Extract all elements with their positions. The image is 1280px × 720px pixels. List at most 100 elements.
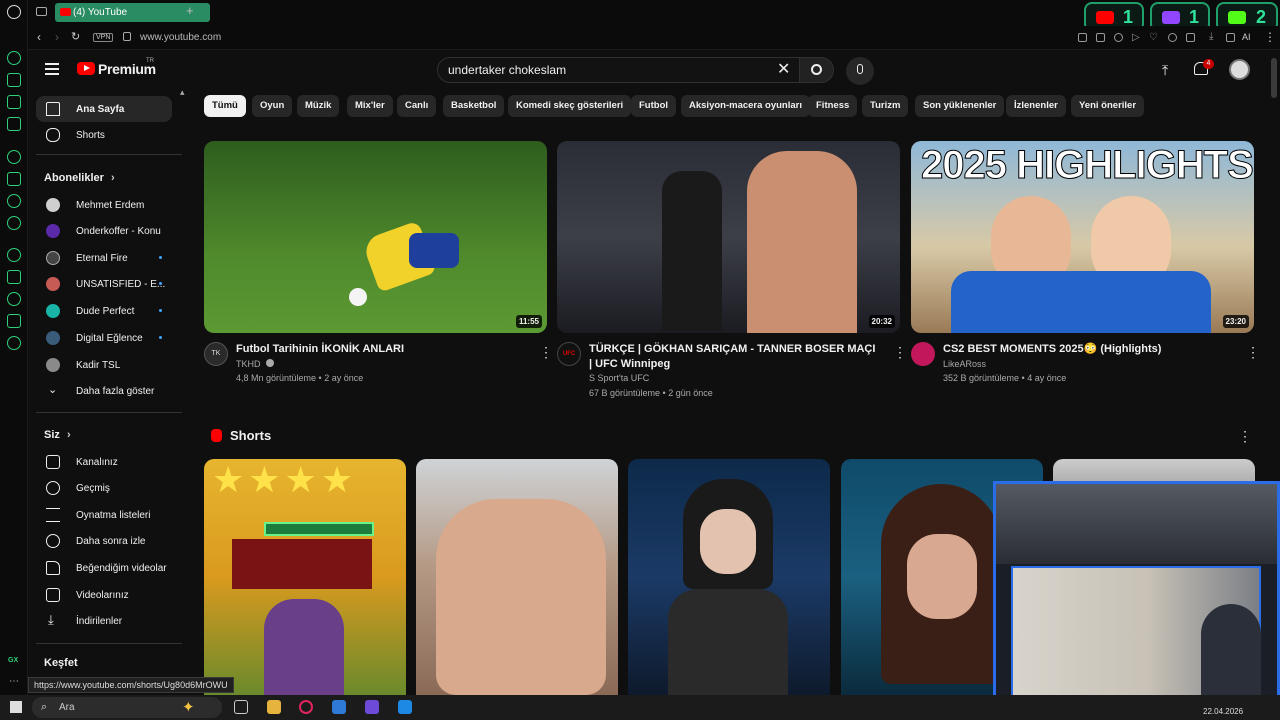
- clear-search-icon[interactable]: ✕: [777, 59, 790, 79]
- sidebar-item-playlists[interactable]: Oynatma listeleri: [36, 502, 172, 528]
- shorts-menu-icon[interactable]: ⋮: [1238, 428, 1252, 445]
- taskbar-search[interactable]: ⌕ Ara ✦: [32, 697, 222, 718]
- forward-icon[interactable]: ›: [55, 30, 59, 44]
- sidebar-item-home[interactable]: Ana Sayfa: [36, 96, 172, 122]
- you-heading[interactable]: Siz ›: [44, 429, 71, 441]
- tab-overview-icon[interactable]: [36, 7, 47, 16]
- wallet-bar-icon[interactable]: [1186, 33, 1195, 42]
- more-icon[interactable]: ⋯: [9, 676, 19, 687]
- chip-recently-uploaded[interactable]: Son yüklenenler: [915, 95, 1005, 117]
- sidebar-item-subscription[interactable]: Onderkoffer - Konu: [36, 218, 172, 244]
- file-explorer-icon[interactable]: [267, 700, 281, 714]
- extensions-icon[interactable]: [7, 314, 21, 328]
- heart-icon[interactable]: ♡: [1149, 32, 1158, 43]
- channel-name[interactable]: TKHD: [236, 359, 261, 369]
- voice-search-button[interactable]: [846, 57, 874, 85]
- chip-mixes[interactable]: Mix'ler: [347, 95, 393, 117]
- player-icon[interactable]: [7, 248, 21, 262]
- easy-setup-icon[interactable]: [1226, 33, 1235, 42]
- wallet-icon[interactable]: [7, 270, 21, 284]
- short-thumbnail[interactable]: ★★★★: [204, 459, 406, 695]
- mail-icon[interactable]: [7, 117, 21, 131]
- video-title[interactable]: TÜRKÇE | GÖKHAN SARIÇAM - TANNER BOSER M…: [589, 342, 879, 372]
- task-view-icon[interactable]: [234, 700, 248, 714]
- pin-icon[interactable]: [1078, 33, 1087, 42]
- chip-basketball[interactable]: Basketbol: [443, 95, 505, 117]
- sidebar-item-subscription[interactable]: Mehmet Erdem: [36, 192, 172, 218]
- search-button[interactable]: [800, 57, 834, 83]
- lock-icon[interactable]: [123, 32, 131, 41]
- subscriptions-heading[interactable]: Abonelikler ›: [44, 172, 115, 184]
- video-thumbnail[interactable]: 2025 HIGHLIGHTS 23:20: [911, 141, 1254, 333]
- sidebar-item-subscription[interactable]: UNSATISFIED - E...: [36, 271, 172, 297]
- url-field[interactable]: www.youtube.com: [140, 32, 221, 43]
- m365-icon[interactable]: [365, 700, 379, 714]
- extension-icon[interactable]: [1168, 33, 1177, 42]
- player-play-icon[interactable]: ▷: [1132, 32, 1140, 43]
- hamburger-icon[interactable]: [45, 63, 59, 75]
- sidebar-item-shorts[interactable]: Shorts: [36, 122, 172, 148]
- upload-icon[interactable]: ⤒: [1162, 62, 1168, 79]
- short-thumbnail[interactable]: [416, 459, 618, 695]
- reload-icon[interactable]: ↻: [71, 30, 80, 43]
- sidebar-item-watch-later[interactable]: Daha sonra izle: [36, 528, 172, 554]
- video-title[interactable]: Futbol Tarihinin İKONİK ANLARI: [236, 342, 526, 357]
- video-menu-icon[interactable]: ⋮: [893, 344, 907, 361]
- sidebar-item-channel[interactable]: Kanalınız: [36, 449, 172, 475]
- sidebar-item-history[interactable]: Geçmiş: [36, 475, 172, 501]
- whatsapp-icon[interactable]: [7, 194, 21, 208]
- chip-music[interactable]: Müzik: [297, 95, 340, 117]
- video-menu-icon[interactable]: ⋮: [539, 344, 553, 361]
- account-avatar[interactable]: [1229, 59, 1250, 80]
- sidebar-item-downloads[interactable]: ⤓ İndirilenler: [36, 608, 172, 634]
- chip-all[interactable]: Tümü: [204, 95, 246, 117]
- sidebar-item-your-videos[interactable]: Videolarınız: [36, 582, 172, 608]
- new-tab-icon[interactable]: +: [186, 3, 194, 18]
- chip-watched[interactable]: İzlenenler: [1006, 95, 1066, 117]
- vpn-badge[interactable]: VPN: [93, 33, 114, 42]
- short-thumbnail[interactable]: [628, 459, 830, 695]
- twitch-icon[interactable]: [7, 172, 21, 186]
- video-menu-icon[interactable]: ⋮: [1246, 344, 1260, 361]
- channel-name[interactable]: S Sport'ta UFC: [589, 371, 649, 386]
- channel-name[interactable]: LikeARoss: [943, 357, 986, 372]
- gx-corner-icon[interactable]: [7, 95, 21, 109]
- download-bar-icon[interactable]: ⤓: [1209, 31, 1213, 42]
- page-scrollbar[interactable]: [1271, 58, 1277, 98]
- video-thumbnail[interactable]: 20:32: [557, 141, 900, 333]
- show-more-button[interactable]: ⌄ Daha fazla göster: [36, 378, 172, 404]
- channel-avatar[interactable]: UFC: [557, 342, 581, 366]
- sidebar-item-subscription[interactable]: Dude Perfect: [36, 298, 172, 324]
- chip-new-to-you[interactable]: Yeni öneriler: [1071, 95, 1145, 117]
- chip-comedy[interactable]: Komedi skeç gösterileri: [508, 95, 632, 117]
- sidebar-item-liked[interactable]: Beğendiğim videolar: [36, 555, 172, 581]
- sidebar-item-subscription[interactable]: Digital Eğlence: [36, 325, 172, 351]
- adblock-icon[interactable]: [1114, 33, 1123, 42]
- browser-menu-icon[interactable]: ⋮: [1264, 30, 1276, 44]
- history-rail-icon[interactable]: [7, 292, 21, 306]
- speed-dial-icon[interactable]: [7, 51, 21, 65]
- ai-button[interactable]: AI: [1242, 32, 1251, 42]
- search-input[interactable]: undertaker chokeslam: [437, 57, 800, 83]
- chip-football[interactable]: Futbol: [631, 95, 677, 117]
- channel-avatar[interactable]: [911, 342, 935, 366]
- settings-icon[interactable]: [7, 336, 21, 350]
- chip-tourism[interactable]: Turizm: [862, 95, 909, 117]
- chip-fitness[interactable]: Fitness: [808, 95, 858, 117]
- telegram-icon[interactable]: [7, 216, 21, 230]
- sidebar-item-subscription[interactable]: Kadir TSL: [36, 352, 172, 378]
- chip-live[interactable]: Canlı: [397, 95, 437, 117]
- chip-games[interactable]: Oyun: [252, 95, 293, 117]
- back-icon[interactable]: ‹: [37, 30, 41, 44]
- store-icon[interactable]: [332, 700, 346, 714]
- snapshot-icon[interactable]: [1096, 33, 1105, 42]
- ai-icon[interactable]: [7, 73, 21, 87]
- windows-start-icon[interactable]: [10, 701, 22, 713]
- opera-logo-icon[interactable]: [7, 5, 21, 19]
- sidebar-scroll-up-icon[interactable]: ▴: [180, 87, 185, 98]
- youtube-logo-icon[interactable]: [77, 62, 95, 75]
- video-title[interactable]: CS2 BEST MOMENTS 2025😳 (Highlights): [943, 342, 1233, 357]
- video-thumbnail[interactable]: 11:55: [204, 141, 547, 333]
- outlook-icon[interactable]: [398, 700, 412, 714]
- sidebar-item-subscription[interactable]: Eternal Fire: [36, 245, 172, 271]
